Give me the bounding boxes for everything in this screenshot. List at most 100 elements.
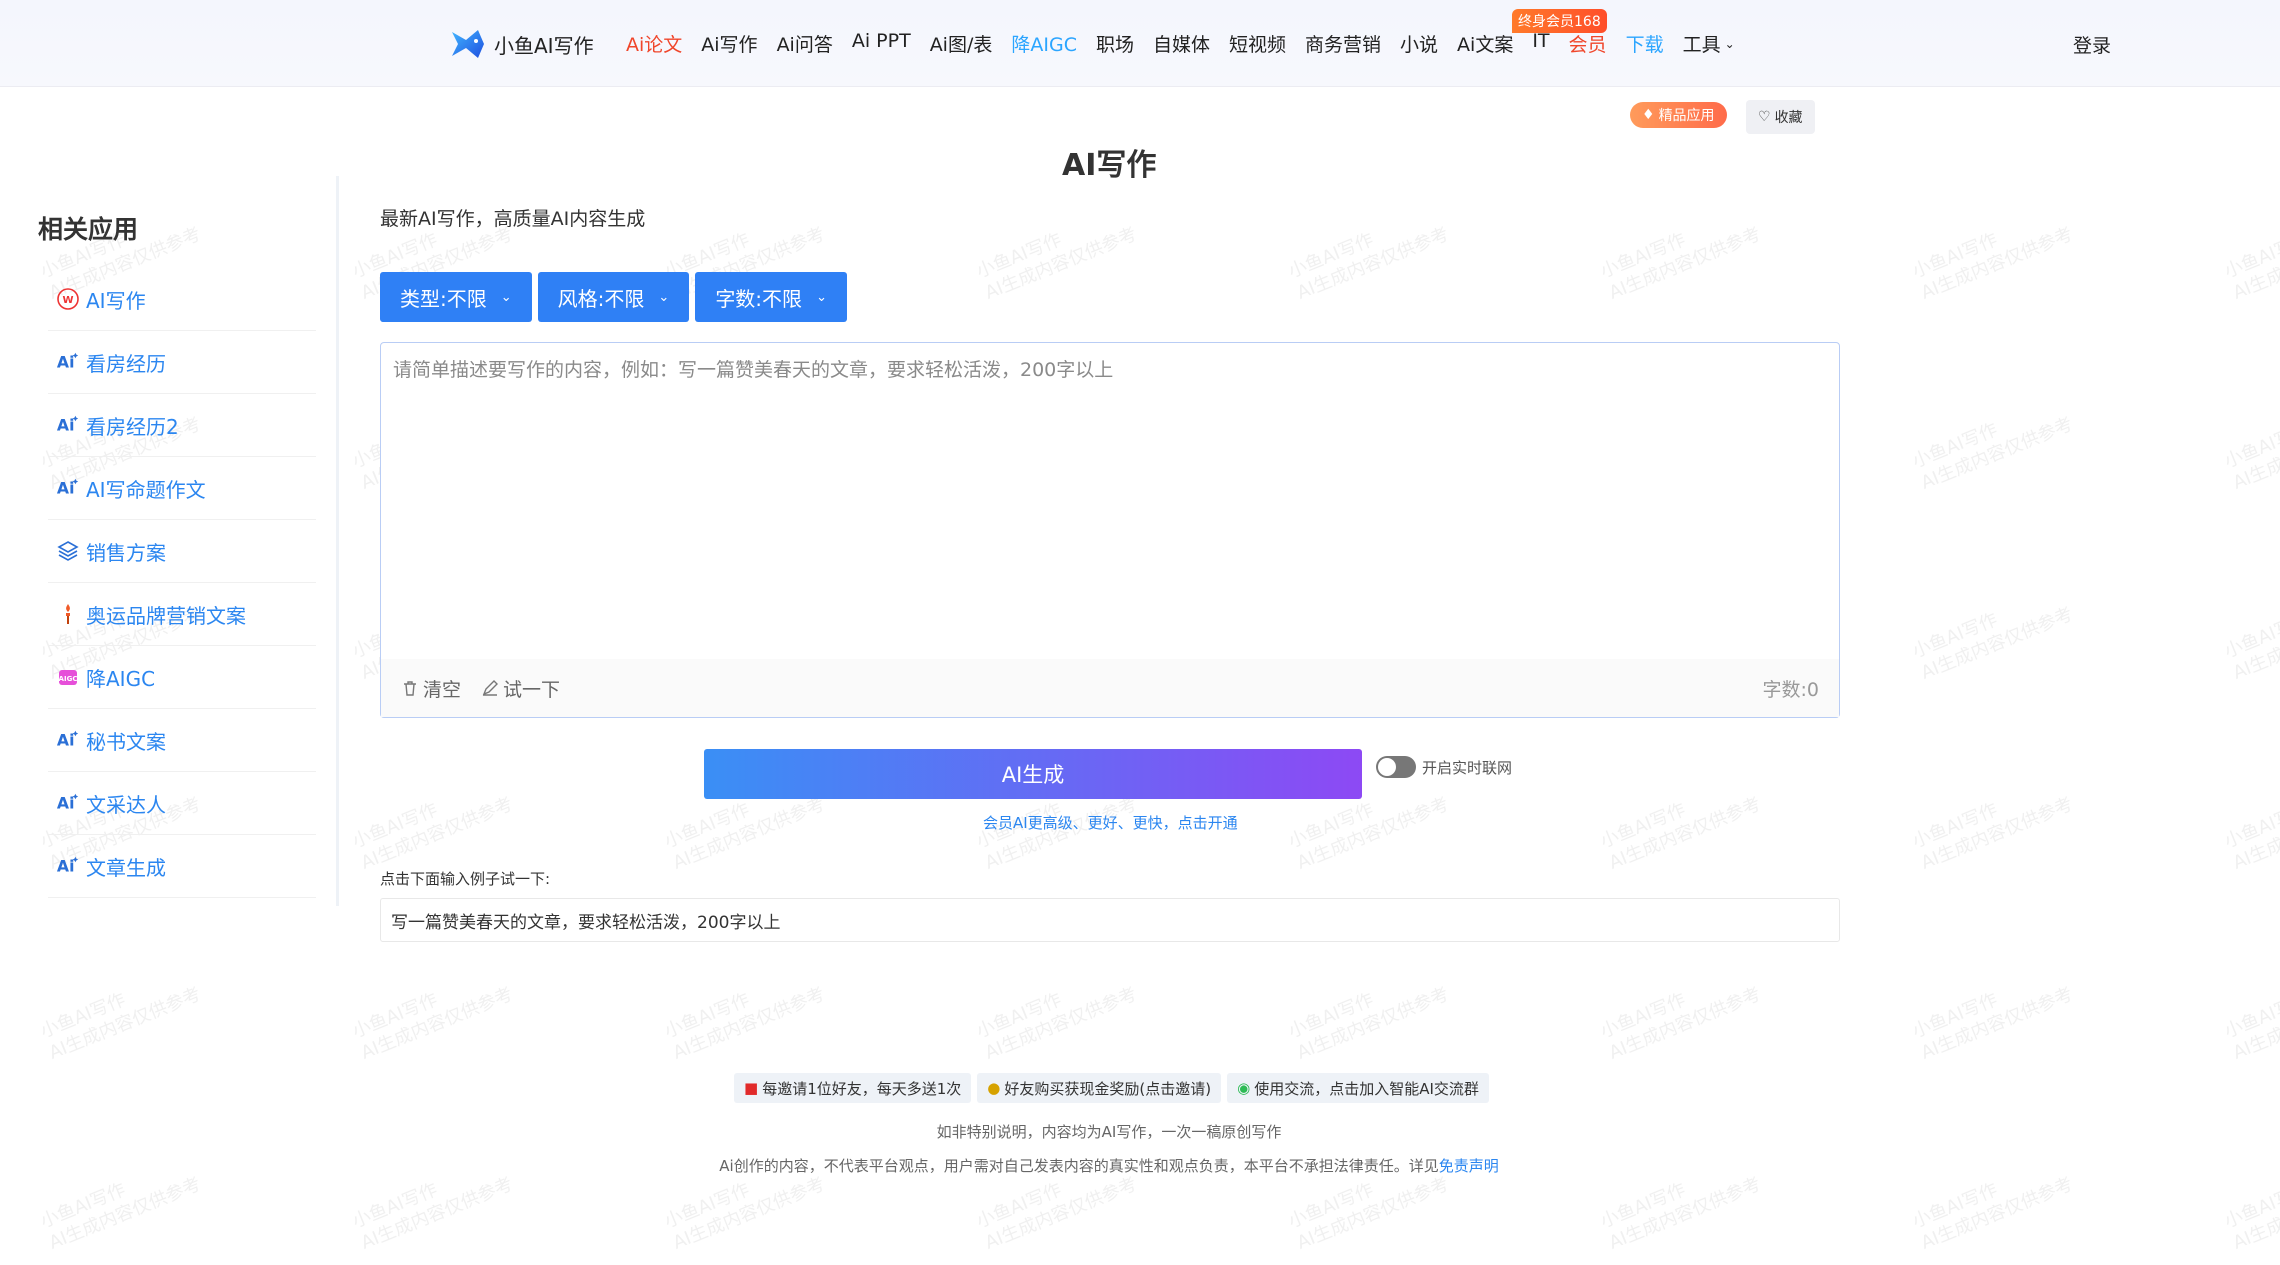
watermark-line1: 小鱼AI写作	[973, 989, 1065, 1043]
watermark-line2: AI生成内容仅供参考	[358, 1174, 516, 1255]
length-filter-label: 字数:不限	[715, 286, 803, 311]
ai-icon: Ai	[56, 854, 80, 878]
clear-button[interactable]: 清空	[401, 675, 461, 702]
watermark-line2: AI生成内容仅供参考	[2230, 1174, 2280, 1255]
nav-item[interactable]: Ai写作	[701, 30, 757, 57]
watermark-text: 小鱼AI写作AI生成内容仅供参考	[973, 201, 1140, 305]
watermark-line1: 小鱼AI写作	[2221, 419, 2280, 473]
style-filter-label: 风格:不限	[557, 286, 645, 311]
ai-icon: Ai	[56, 350, 80, 374]
nav-item[interactable]: 短视频	[1229, 30, 1286, 57]
style-filter-dropdown[interactable]: 风格:不限 ⌄	[537, 272, 690, 322]
sidebar-item[interactable]: Ai 文章生成	[48, 835, 316, 898]
watermark-line1: 小鱼AI写作	[1597, 229, 1689, 283]
nav-item[interactable]: Ai PPT	[852, 30, 911, 57]
aigc-icon: AIGC	[56, 665, 80, 689]
fish-logo-icon	[452, 30, 484, 58]
nav-item[interactable]: 小说	[1400, 30, 1438, 57]
watermark-line1: 小鱼AI写作	[2221, 229, 2280, 283]
sidebar-item[interactable]: Ai 文采达人	[48, 772, 316, 835]
watermark-line2: AI生成内容仅供参考	[1918, 224, 2076, 305]
pen-icon	[482, 680, 499, 696]
sidebar-item[interactable]: W AI写作	[48, 268, 316, 331]
promo-chip[interactable]: ■ 每邀请1位好友，每天多送1次	[734, 1073, 972, 1103]
prompt-input[interactable]	[393, 355, 1823, 655]
nav-item[interactable]: 会员	[1569, 30, 1607, 57]
watermark-line1: 小鱼AI写作	[2221, 799, 2280, 853]
sidebar-item[interactable]: 销售方案	[48, 520, 316, 583]
watermark-line1: 小鱼AI写作	[349, 799, 441, 853]
nav-item[interactable]: IT	[1532, 30, 1549, 57]
login-link[interactable]: 登录	[2073, 31, 2111, 58]
vip-upgrade-link[interactable]: 会员AI更高级、更好、更快，点击开通	[983, 812, 1238, 833]
watermark-line2: AI生成内容仅供参考	[1606, 1174, 1764, 1255]
disclaimer-link[interactable]: 免责声明	[1439, 1157, 1499, 1175]
sidebar-item[interactable]: Ai 看房经历2	[48, 394, 316, 457]
lifetime-vip-badge[interactable]: 终身会员168	[1512, 9, 1607, 33]
sidebar-item-label: 奥运品牌营销文案	[86, 603, 246, 628]
sidebar-item[interactable]: Ai AI写命题作文	[48, 457, 316, 520]
svg-text:Ai: Ai	[57, 857, 75, 876]
watermark-text: 小鱼AI写作AI生成内容仅供参考	[1909, 201, 2076, 305]
promo-chip[interactable]: ● 好友购买获现金奖励(点击邀请)	[977, 1073, 1222, 1103]
watermark-line2: AI生成内容仅供参考	[670, 984, 828, 1065]
watermark-text: 小鱼AI写作AI生成内容仅供参考	[349, 961, 516, 1065]
sidebar-item-label: AI写作	[86, 288, 146, 313]
try-example-button[interactable]: 试一下	[481, 675, 560, 702]
example-prompt[interactable]: 写一篇赞美春天的文章，要求轻松活泼，200字以上	[380, 898, 1840, 942]
money-bag-icon: ●	[987, 1079, 1001, 1097]
watermark-text: 小鱼AI写作AI生成内容仅供参考	[1597, 201, 1764, 305]
nav-tools-dropdown[interactable]: 工具 ⌄	[1683, 30, 1735, 57]
watermark-line2: AI生成内容仅供参考	[1294, 224, 1452, 305]
nav-item[interactable]: Ai文案	[1457, 30, 1513, 57]
ai-generate-button[interactable]: AI生成	[704, 749, 1362, 799]
example-label: 点击下面输入例子试一下:	[380, 870, 551, 888]
promo-chip[interactable]: ◉ 使用交流，点击加入智能AI交流群	[1227, 1073, 1489, 1103]
watermark-line2: AI生成内容仅供参考	[1918, 984, 2076, 1065]
watermark-line2: AI生成内容仅供参考	[1918, 414, 2076, 495]
sidebar-item-label: 降AIGC	[86, 666, 156, 691]
length-filter-dropdown[interactable]: 字数:不限 ⌄	[695, 272, 847, 322]
try-example-label: 试一下	[503, 678, 561, 701]
watermark-text: 小鱼AI写作AI生成内容仅供参考	[2221, 961, 2280, 1065]
featured-apps-chip[interactable]: ♦ 精品应用	[1630, 102, 1727, 128]
sidebar-item[interactable]: 奥运品牌营销文案	[48, 583, 316, 646]
online-toggle-group: 开启实时联网	[1376, 756, 1512, 778]
brand-logo[interactable]: 小鱼AI写作	[448, 24, 594, 64]
clear-label: 清空	[423, 678, 462, 701]
footer-disclaimer: Ai创作的内容，不代表平台观点，用户需对自己发表内容的真实性和观点负责，本平台不…	[0, 1155, 2218, 1176]
watermark-line2: AI生成内容仅供参考	[1294, 794, 1452, 875]
watermark-line2: AI生成内容仅供参考	[982, 1174, 1140, 1255]
type-filter-dropdown[interactable]: 类型:不限 ⌄	[380, 272, 532, 322]
sidebar-item-label: 文采达人	[86, 792, 166, 817]
nav-item[interactable]: 商务营销	[1305, 30, 1381, 57]
watermark-text: 小鱼AI写作AI生成内容仅供参考	[2221, 581, 2280, 685]
sidebar-heading: 相关应用	[38, 215, 139, 244]
chevron-down-icon: ⌄	[1724, 36, 1735, 51]
sidebar-item[interactable]: Ai 看房经历	[48, 331, 316, 394]
watermark-text: 小鱼AI写作AI生成内容仅供参考	[1597, 961, 1764, 1065]
nav-item[interactable]: Ai图/表	[930, 30, 993, 57]
sidebar-item[interactable]: Ai 秘书文案	[48, 709, 316, 772]
promo-row: ■ 每邀请1位好友，每天多送1次 ● 好友购买获现金奖励(点击邀请) ◉ 使用交流，点击加…	[734, 1073, 1489, 1103]
brand-name: 小鱼AI写作	[494, 33, 594, 58]
favorite-button[interactable]: ♡ 收藏	[1746, 100, 1815, 134]
ai-icon: Ai	[56, 476, 80, 500]
watermark-line1: 小鱼AI写作	[1285, 229, 1377, 283]
watermark-line1: 小鱼AI写作	[1285, 989, 1377, 1043]
filter-bar: 类型:不限 ⌄ 风格:不限 ⌄ 字数:不限 ⌄	[380, 272, 847, 322]
nav-item[interactable]: 降AIGC	[1011, 30, 1077, 57]
watermark-text: 小鱼AI写作AI生成内容仅供参考	[1909, 391, 2076, 495]
favorite-label: 收藏	[1774, 110, 1803, 126]
watermark-text: 小鱼AI写作AI生成内容仅供参考	[2221, 771, 2280, 875]
nav-item[interactable]: 职场	[1096, 30, 1134, 57]
nav-item[interactable]: Ai问答	[777, 30, 833, 57]
watermark-line2: AI生成内容仅供参考	[2230, 414, 2280, 495]
watermark-line2: AI生成内容仅供参考	[1294, 984, 1452, 1065]
nav-item[interactable]: 自媒体	[1153, 30, 1210, 57]
nav-item[interactable]: Ai论文	[626, 30, 682, 57]
promo-label: 每邀请1位好友，每天多送1次	[762, 1079, 962, 1098]
nav-item[interactable]: 下载	[1626, 30, 1664, 57]
sidebar-item[interactable]: AIGC 降AIGC	[48, 646, 316, 709]
online-toggle[interactable]	[1376, 756, 1416, 778]
